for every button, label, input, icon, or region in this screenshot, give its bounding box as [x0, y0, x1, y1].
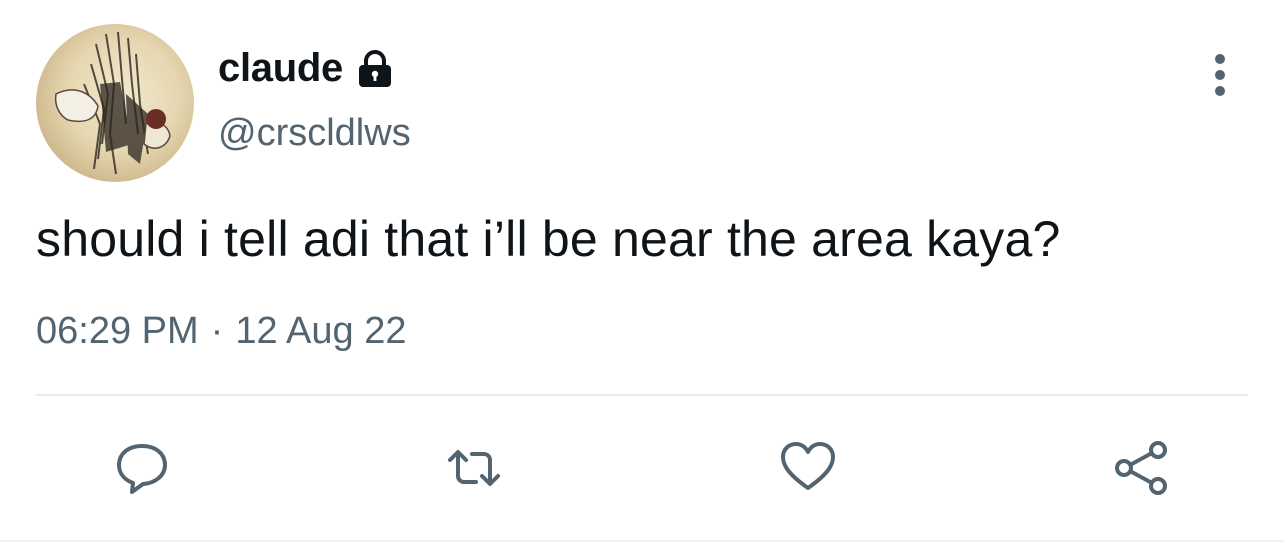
- retweet-icon: [448, 450, 500, 486]
- avatar-illustration: [54, 31, 171, 175]
- bottom-divider: [0, 540, 1284, 542]
- reply-icon: [117, 444, 167, 494]
- more-vertical-icon: [1215, 54, 1225, 96]
- share-button[interactable]: [1110, 436, 1174, 500]
- heart-icon: [781, 442, 835, 490]
- tweet-card: claude @crscldlws should i tell adi that…: [0, 0, 1284, 558]
- like-button[interactable]: [776, 436, 840, 500]
- reply-button[interactable]: [110, 436, 174, 500]
- tweet-meta: 06:29 PM · 12 Aug 22: [36, 310, 406, 353]
- lock-icon: [355, 49, 395, 89]
- retweet-button[interactable]: [442, 436, 506, 500]
- divider: [36, 394, 1248, 396]
- name-row: claude: [218, 42, 395, 94]
- tweet-time[interactable]: 06:29 PM: [36, 310, 199, 352]
- more-options-button[interactable]: [1198, 50, 1242, 100]
- tweet-text: should i tell adi that i’ll be near the …: [36, 211, 1061, 267]
- display-name[interactable]: claude: [218, 46, 343, 91]
- share-icon: [1115, 441, 1167, 495]
- avatar[interactable]: [36, 24, 194, 182]
- meta-separator: ·: [210, 310, 224, 352]
- tweet-date[interactable]: 12 Aug 22: [235, 310, 406, 352]
- user-handle[interactable]: @crscldlws: [218, 112, 411, 155]
